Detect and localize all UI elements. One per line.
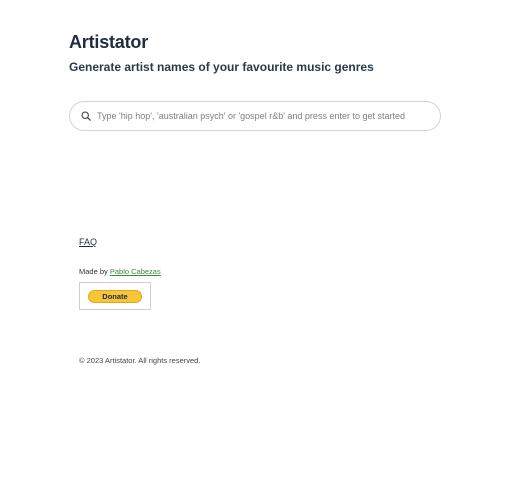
page: Artistator Generate artist names of your… [0,0,511,480]
faq-link[interactable]: FAQ [79,237,97,247]
donate-button[interactable]: Donate [88,289,142,303]
search-box[interactable] [69,101,441,131]
search-icon [80,110,92,122]
page-title: Artistator [69,32,149,52]
search-input[interactable] [97,111,437,121]
donate-widget: Donate [79,282,151,310]
copyright-text: © 2023 Artistator. All rights reserved. [79,356,201,365]
author-link[interactable]: Pablo Cabezas [110,267,161,276]
made-by-text: Made by Pablo Cabezas [79,267,161,276]
made-by-prefix: Made by [79,267,110,276]
page-subtitle: Generate artist names of your favourite … [69,60,374,74]
